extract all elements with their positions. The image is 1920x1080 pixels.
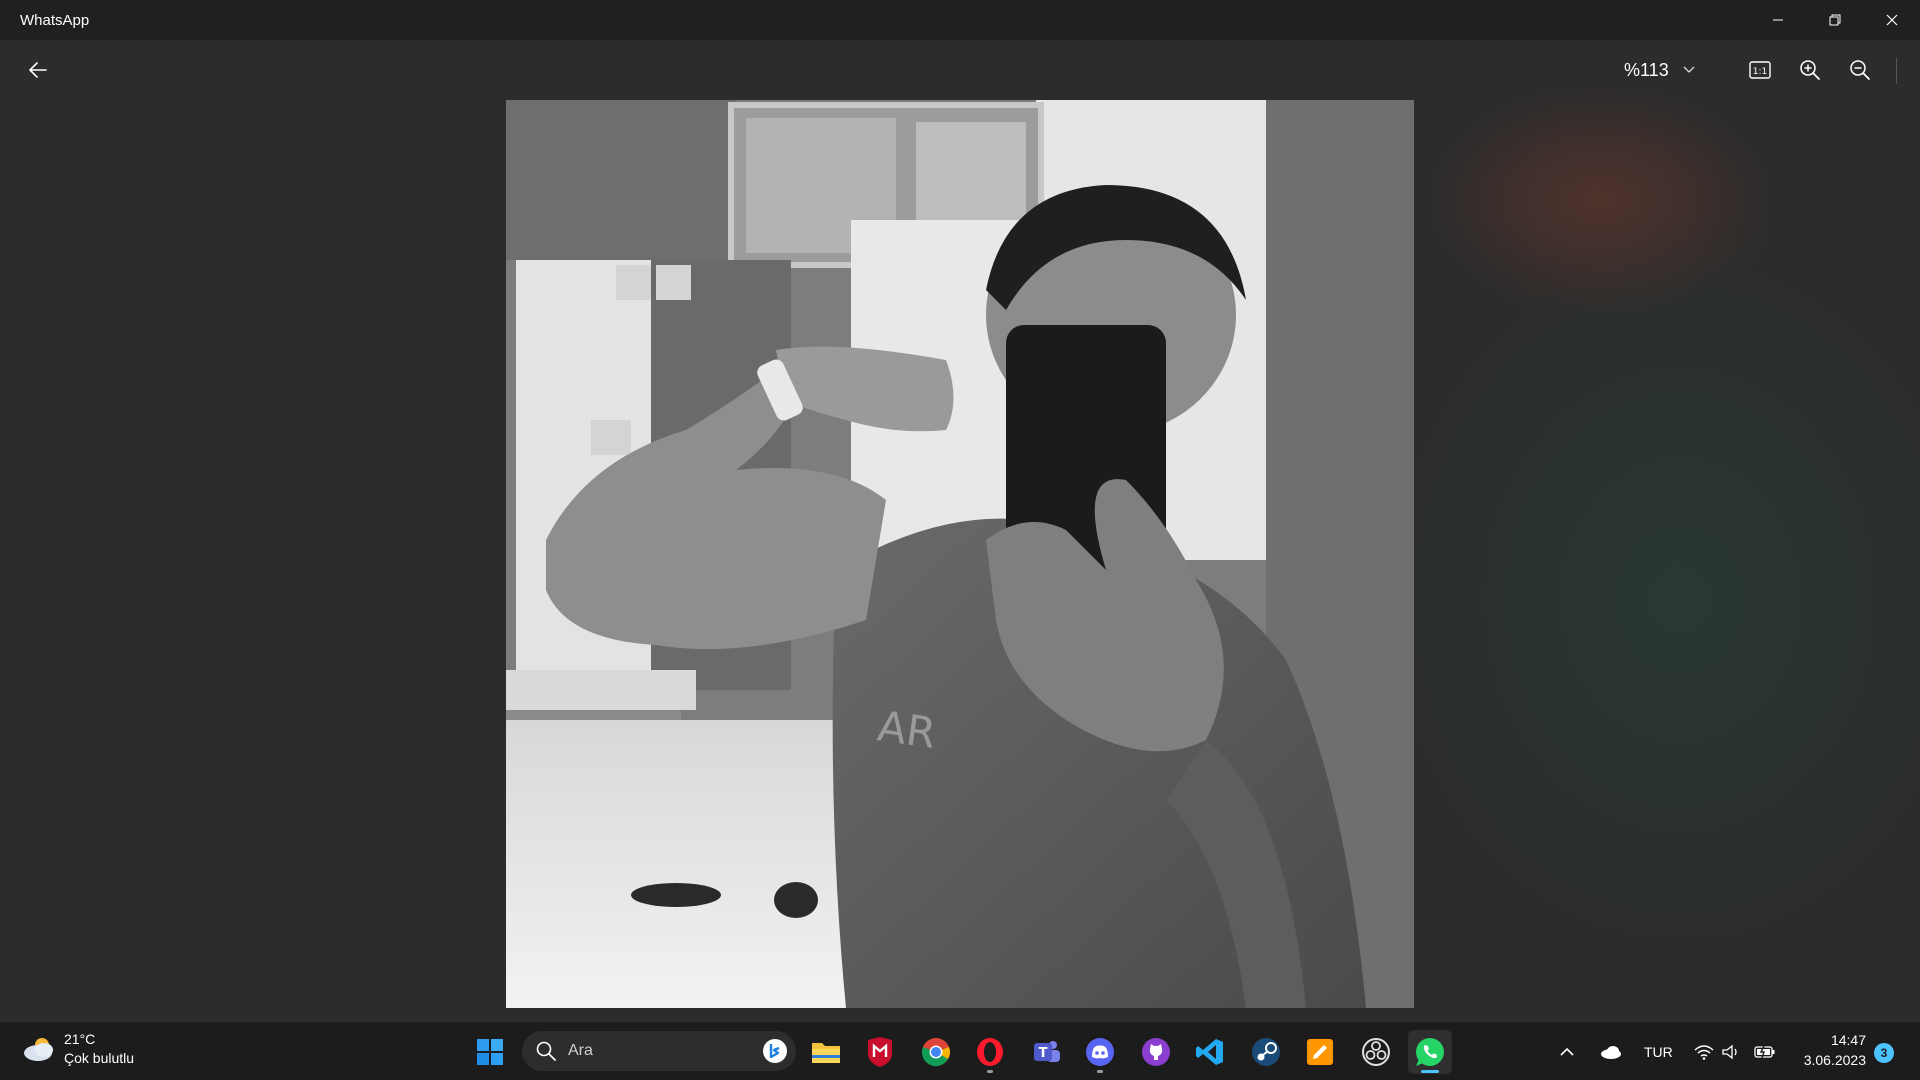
volume-tray[interactable]: [1722, 1022, 1740, 1080]
chevron-down-icon: [1683, 66, 1695, 73]
toolbar-divider: [1896, 58, 1897, 84]
restore-icon: [1829, 14, 1840, 26]
teams-icon: T: [1034, 1041, 1060, 1062]
zoom-dropdown[interactable]: %113: [1624, 54, 1714, 86]
chrome-icon: [921, 1038, 950, 1067]
partly-cloudy-icon: [24, 1038, 53, 1061]
bing-icon[interactable]: [762, 1038, 788, 1064]
restore-button[interactable]: [1806, 0, 1863, 40]
battery-tray[interactable]: [1754, 1022, 1776, 1080]
language-indicator[interactable]: TUR: [1644, 1022, 1673, 1080]
notification-badge[interactable]: 3: [1874, 1043, 1894, 1063]
zoom-out-button[interactable]: [1844, 54, 1876, 86]
clock-date: 3.06.2023: [1803, 1052, 1866, 1068]
taskbar-discord[interactable]: [1078, 1030, 1122, 1074]
taskbar-chrome[interactable]: [914, 1030, 958, 1074]
window-title: WhatsApp: [20, 11, 90, 29]
speaker-icon: [1722, 1044, 1737, 1059]
taskbar-steam[interactable]: [1244, 1030, 1288, 1074]
svg-text:1:1: 1:1: [1753, 67, 1767, 77]
window-controls: [1749, 0, 1920, 40]
network-tray[interactable]: [1694, 1022, 1714, 1080]
mcafee-shield-icon: [868, 1037, 892, 1067]
close-button[interactable]: [1863, 0, 1920, 40]
viewer-toolbar: %113 1:1: [0, 40, 1920, 100]
cloud-icon: [1601, 1045, 1621, 1059]
tray-overflow-button[interactable]: [1560, 1022, 1574, 1080]
svg-text:T: T: [1039, 1046, 1048, 1061]
taskbar-file-explorer[interactable]: [804, 1030, 848, 1074]
running-indicator: [987, 1070, 993, 1073]
wifi-icon: [1694, 1044, 1714, 1060]
back-arrow-icon: [29, 62, 47, 78]
taskbar-whatsapp[interactable]: [1408, 1030, 1452, 1074]
taskbar: 21°C Çok bulutlu Ara T TUR 14:47 3.06.20…: [0, 1021, 1920, 1080]
weather-temperature: 21°C: [64, 1031, 96, 1047]
vscode-icon: [1196, 1039, 1223, 1065]
image-viewer: %113 1:1: [0, 40, 1920, 1021]
back-button[interactable]: [20, 52, 56, 88]
zoom-out-icon: [1850, 60, 1870, 80]
zoom-in-button[interactable]: [1794, 54, 1826, 86]
opera-icon: [977, 1038, 1003, 1066]
battery-charging-icon: [1754, 1045, 1775, 1058]
folder-icon: [812, 1043, 840, 1063]
github-icon: [1142, 1038, 1170, 1066]
zoom-value: %113: [1624, 59, 1669, 80]
onedrive-tray[interactable]: [1600, 1022, 1622, 1080]
clock-time: 14:47: [1830, 1032, 1866, 1048]
minimize-button[interactable]: [1749, 0, 1806, 40]
taskbar-search[interactable]: [522, 1031, 796, 1071]
taskbar-github-desktop[interactable]: [1134, 1030, 1178, 1074]
taskbar-sublime-text[interactable]: [1298, 1030, 1342, 1074]
pencil-note-icon: [1307, 1039, 1333, 1065]
displayed-photo[interactable]: A​R: [506, 100, 1414, 1008]
chevron-up-icon: [1560, 1047, 1574, 1056]
steam-icon: [1252, 1038, 1280, 1066]
start-button[interactable]: [468, 1030, 512, 1074]
title-bar: WhatsApp: [0, 0, 1920, 40]
weather-widget[interactable]: 21°C Çok bulutlu: [22, 1030, 134, 1068]
minimize-icon: [1772, 19, 1783, 21]
running-indicator: [1097, 1070, 1103, 1073]
taskbar-teams[interactable]: T: [1024, 1030, 1068, 1074]
windows-logo-icon: [477, 1039, 503, 1065]
photo-illustration: A​R: [506, 100, 1414, 1008]
actual-size-icon: 1:1: [1749, 61, 1771, 79]
search-icon: [536, 1041, 556, 1061]
active-indicator: [1421, 1070, 1439, 1073]
search-input[interactable]: [568, 1042, 738, 1060]
actual-size-button[interactable]: 1:1: [1744, 54, 1776, 86]
close-icon: [1886, 14, 1897, 26]
weather-condition: Çok bulutlu: [64, 1050, 135, 1066]
svg-text:A​R: A​R: [875, 701, 939, 758]
discord-icon: [1086, 1038, 1114, 1066]
obs-icon: [1362, 1038, 1390, 1066]
taskbar-clock[interactable]: 14:47 3.06.2023: [1786, 1030, 1866, 1070]
taskbar-vscode[interactable]: [1188, 1030, 1232, 1074]
taskbar-opera[interactable]: [968, 1030, 1012, 1074]
taskbar-mcafee[interactable]: [858, 1030, 902, 1074]
taskbar-obs-studio[interactable]: [1354, 1030, 1398, 1074]
zoom-in-icon: [1800, 60, 1820, 80]
language-label: TUR: [1644, 1043, 1673, 1060]
whatsapp-icon: [1415, 1038, 1444, 1066]
